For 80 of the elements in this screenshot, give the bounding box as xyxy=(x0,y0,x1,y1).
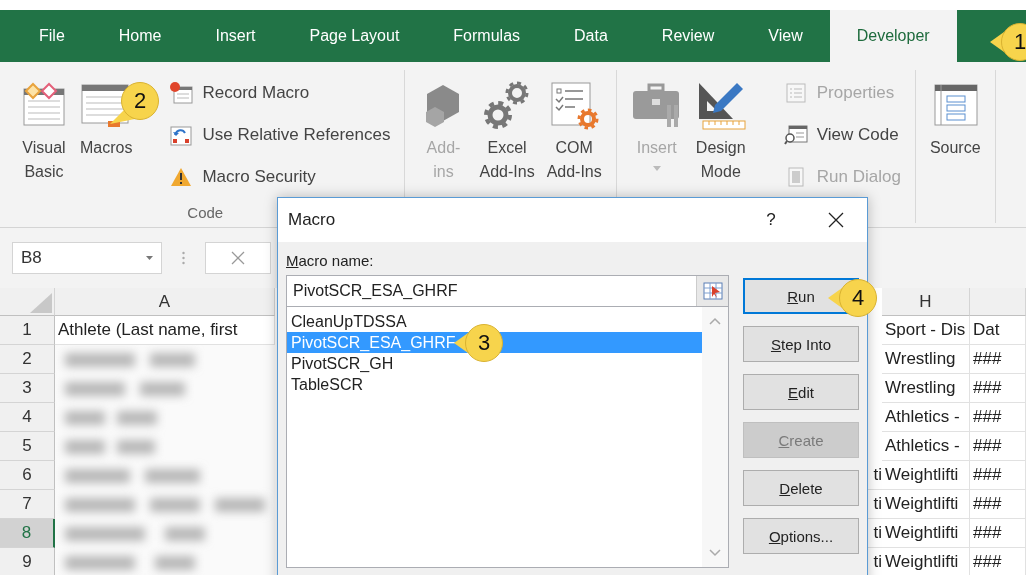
dialog-title: Macro xyxy=(288,210,336,230)
ribbon-tab[interactable]: Review xyxy=(634,10,742,62)
ribbon-tab[interactable]: Insert xyxy=(188,10,283,62)
ribbon-button[interactable]: Use Relative References xyxy=(162,114,397,156)
list-item[interactable]: TableSCR xyxy=(287,374,702,395)
ribbon-button[interactable]: Record Macro xyxy=(162,72,397,114)
collapse-button[interactable] xyxy=(696,276,728,306)
table-cell: Sport - Dis xyxy=(882,316,970,345)
cancel-icon[interactable] xyxy=(231,251,245,265)
chevron-up-icon[interactable] xyxy=(709,317,721,325)
dialog-button[interactable]: Options... xyxy=(743,518,859,554)
ribbon-tab[interactable]: Developer xyxy=(829,10,957,62)
row-header[interactable]: 9 xyxy=(0,548,55,575)
column-header[interactable]: A xyxy=(55,288,275,316)
table-cell: Weightlifti xyxy=(882,461,970,490)
table-cell: ### xyxy=(970,403,1026,432)
list-icon xyxy=(784,82,807,104)
table-icon xyxy=(931,81,980,129)
table-cell: Wrestling xyxy=(882,345,970,374)
list-item[interactable]: PivotSCR_GH xyxy=(287,353,702,374)
close-icon xyxy=(828,212,844,228)
dots-icon xyxy=(182,251,185,265)
ribbon-button[interactable]: COM Add-Ins xyxy=(540,70,608,223)
sheet-search-icon xyxy=(783,124,808,146)
warning-icon xyxy=(170,167,193,187)
checklist-gear-icon xyxy=(548,79,601,131)
ribbon-button[interactable]: View Code xyxy=(776,114,907,156)
row-header[interactable]: 7 xyxy=(0,490,55,519)
dialog-button[interactable]: Step Into xyxy=(743,326,859,362)
name-box[interactable]: B8 xyxy=(12,242,162,274)
dialog-button[interactable]: Edit xyxy=(743,374,859,410)
help-button[interactable]: ? xyxy=(751,209,791,231)
dropdown-icon xyxy=(146,256,153,260)
table-cell: ### xyxy=(970,374,1026,403)
header-cell[interactable] xyxy=(970,288,1026,316)
ribbon-button[interactable]: Excel Add-Ins xyxy=(473,70,541,223)
table-cell: ### xyxy=(970,432,1026,461)
row-header[interactable]: 1 xyxy=(0,316,55,345)
record-icon xyxy=(168,81,195,105)
ribbon-tab[interactable]: File xyxy=(12,10,92,62)
ribbon-tab[interactable]: Data xyxy=(547,10,635,62)
scrollbar[interactable] xyxy=(702,307,728,567)
table-cell: Weightlifti xyxy=(882,548,970,575)
table-cell: ### xyxy=(970,345,1026,374)
row-header[interactable]: 3 xyxy=(0,374,55,403)
dialog-button[interactable]: Delete xyxy=(743,470,859,506)
column-header[interactable]: H xyxy=(882,288,970,316)
ribbon-tab[interactable]: Formulas xyxy=(426,10,548,62)
spreadsheet-icon xyxy=(20,81,68,129)
ribbon-button[interactable]: Macro Security xyxy=(162,156,397,198)
ribbon-button[interactable]: Source xyxy=(923,70,987,223)
table-cell: ### xyxy=(970,519,1026,548)
ribbon-button[interactable]: Design Mode xyxy=(688,70,753,223)
table-cell: ### xyxy=(970,490,1026,519)
step-callout: 2 xyxy=(110,82,160,126)
row-header[interactable]: 5 xyxy=(0,432,55,461)
select-all-corner[interactable] xyxy=(0,288,55,316)
row-header[interactable]: 4 xyxy=(0,403,55,432)
row-header[interactable]: 2 xyxy=(0,345,55,374)
row-header[interactable]: 8 xyxy=(0,519,55,548)
chevron-down-icon[interactable] xyxy=(709,549,721,557)
table-cell: Dat xyxy=(970,316,1026,345)
corner-triangle-icon xyxy=(30,293,52,313)
table-cell: Wrestling xyxy=(882,374,970,403)
table-cell: ### xyxy=(970,548,1026,575)
dialog-icon xyxy=(786,166,805,188)
ribbon-tab[interactable]: Page Layout xyxy=(282,10,427,62)
list-item[interactable]: CleanUpTDSSA xyxy=(287,311,702,332)
table-cursor-icon xyxy=(702,281,723,301)
field-label: Macro name: xyxy=(286,252,374,269)
group-label: Code xyxy=(187,204,224,221)
table-cell: Athletics - xyxy=(882,432,970,461)
table-cell: Weightlifti xyxy=(882,490,970,519)
table-cell: ### xyxy=(970,461,1026,490)
table-cell: Weightlifti xyxy=(882,519,970,548)
row-header[interactable]: 6 xyxy=(0,461,55,490)
table-cell: Athletics - xyxy=(882,403,970,432)
ribbon-tab[interactable]: Home xyxy=(91,10,189,62)
ribbon-button[interactable]: Visual Basic xyxy=(14,70,74,204)
ribbon-tab[interactable]: View xyxy=(741,10,830,62)
